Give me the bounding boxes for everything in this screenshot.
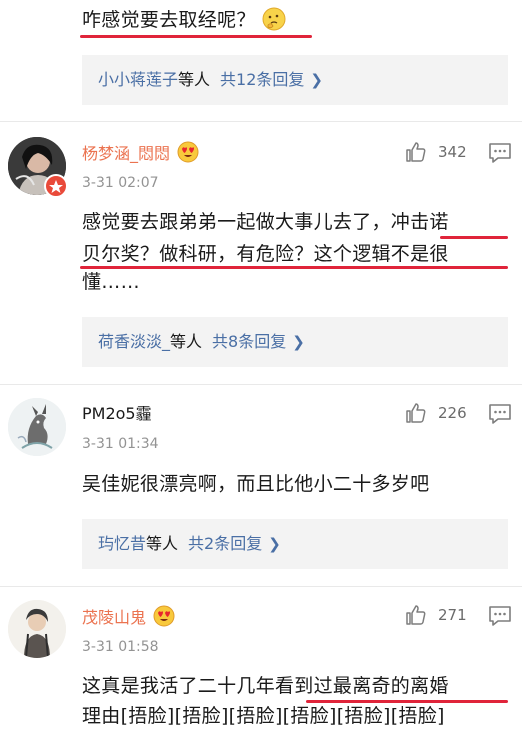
avatar[interactable] [8, 600, 66, 658]
reply-names-link[interactable]: 荷香淡淡_ [98, 332, 170, 351]
comment-time: 3-31 01:58 [82, 639, 159, 655]
reply-names-link[interactable]: 玙忆昔 [98, 534, 146, 553]
chevron-right-icon: ❯ [292, 333, 305, 351]
top-comment-underline [80, 35, 312, 38]
reply-names-link[interactable]: 小小蒋莲子 [98, 70, 178, 89]
comment-text-line1: 这真是我活了二十几年看到过最离奇的离婚 [82, 675, 449, 697]
reply-suffix: 等人 [178, 70, 211, 89]
comment-time: 3-31 02:07 [82, 175, 159, 191]
comment-time: 3-31 01:34 [82, 436, 159, 452]
comment-bubble-icon[interactable] [488, 403, 512, 425]
username-text[interactable]: 茂陵山鬼 [82, 608, 146, 627]
username[interactable]: PM2o5霾 [82, 403, 152, 425]
chevron-right-icon: ❯ [310, 71, 323, 89]
reply-count-link[interactable]: 共2条回复 [188, 534, 262, 553]
top-comment-replies-box[interactable]: 小小蒋莲子等人 共12条回复 ❯ [82, 55, 508, 105]
highlight-underline [80, 266, 508, 269]
comment-replies-box[interactable]: 玙忆昔等人 共2条回复 ❯ [82, 519, 508, 569]
divider [0, 384, 522, 385]
username-text[interactable]: 杨梦涵_悶悶 [82, 144, 170, 163]
reply-count-link[interactable]: 共8条回复 [212, 332, 286, 351]
comment-text-line2: 理由[捂脸][捂脸][捂脸][捂脸][捂脸][捂脸] [82, 705, 445, 727]
top-comment-text-content: 咋感觉要去取经呢？ [82, 9, 256, 31]
username[interactable]: 杨梦涵_悶悶 [82, 141, 199, 169]
divider [0, 121, 522, 122]
like-count: 226 [438, 404, 467, 422]
avatar[interactable] [8, 398, 66, 456]
divider [0, 586, 522, 587]
comment-text-line1: 感觉要去跟弟弟一起做大事儿去了，冲击诺 [82, 211, 449, 233]
heart-eyes-emoji-icon [177, 141, 199, 169]
reply-count-link[interactable]: 共12条回复 [220, 70, 304, 89]
chevron-right-icon: ❯ [268, 535, 281, 553]
reply-suffix: 等人 [146, 534, 179, 553]
verified-badge-icon [44, 174, 68, 198]
highlight-underline [440, 236, 508, 239]
comment-text-line3: 懂…… [82, 271, 140, 293]
thumbs-up-icon[interactable] [404, 401, 428, 425]
heart-eyes-emoji-icon [153, 605, 175, 633]
username[interactable]: 茂陵山鬼 [82, 605, 175, 633]
like-count: 271 [438, 606, 467, 624]
thumbs-up-icon[interactable] [404, 603, 428, 627]
comment-replies-box[interactable]: 荷香淡淡_等人 共8条回复 ❯ [82, 317, 508, 367]
highlight-underline [306, 700, 508, 703]
like-count: 342 [438, 143, 467, 161]
comment-bubble-icon[interactable] [488, 605, 512, 627]
comment-text-line1: 吴佳妮很漂亮啊，而且比他小二十多岁吧 [82, 473, 430, 495]
comment-bubble-icon[interactable] [488, 142, 512, 164]
reply-suffix: 等人 [170, 332, 203, 351]
thumbs-up-icon[interactable] [404, 140, 428, 164]
